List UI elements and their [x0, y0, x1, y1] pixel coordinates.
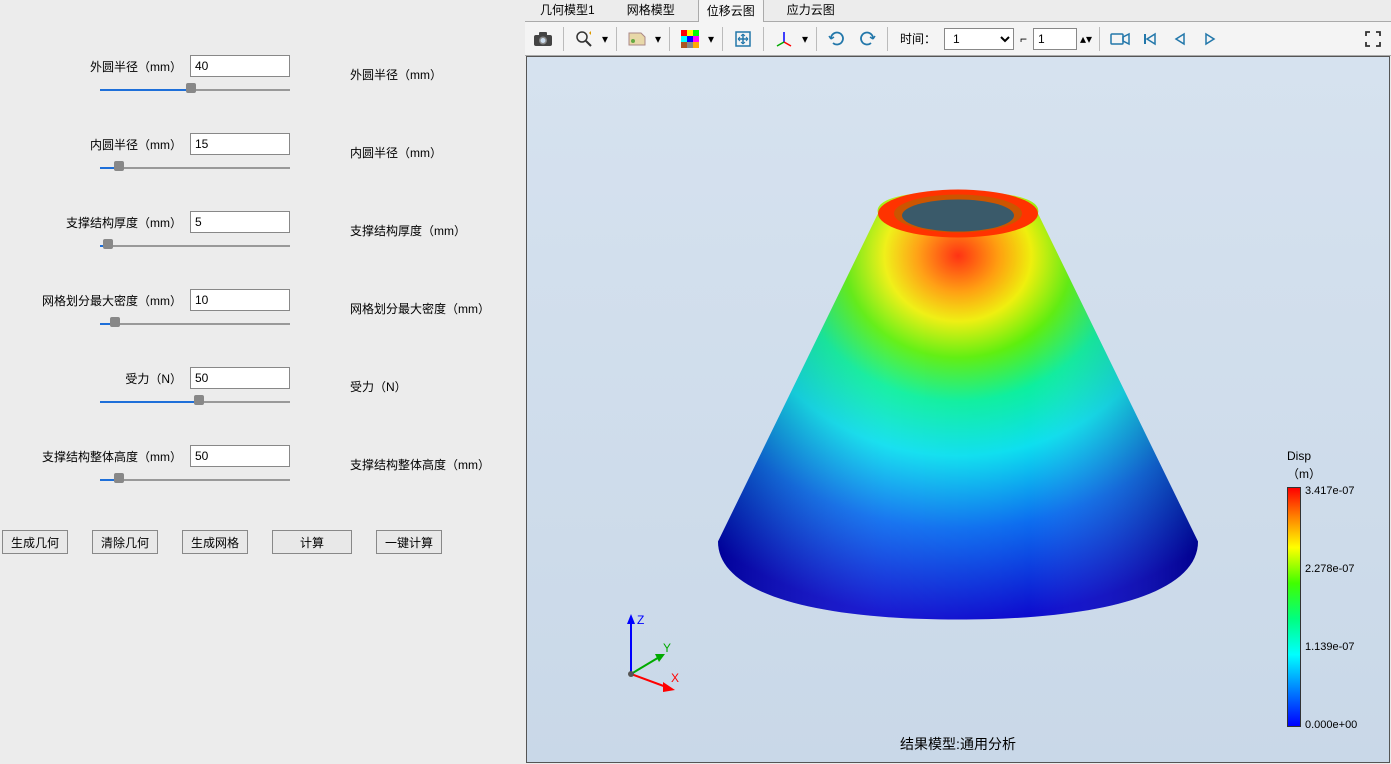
- legend-tick: 1.139e-07: [1305, 641, 1355, 653]
- param-row: 内圆半径（mm） 内圆半径（mm）: [0, 128, 525, 176]
- select-dropdown-icon[interactable]: ▾: [653, 32, 663, 46]
- legend-tick: 2.278e-07: [1305, 563, 1355, 575]
- param-row: 受力（N） 受力（N）: [0, 362, 525, 410]
- param-slider[interactable]: [100, 165, 290, 171]
- axis-dropdown-icon[interactable]: ▾: [800, 32, 810, 46]
- param-input[interactable]: [190, 55, 290, 77]
- view-tabs: 几何模型1 网格模型位移云图应力云图: [525, 0, 1391, 22]
- param-input[interactable]: [190, 289, 290, 311]
- param-row: 外圆半径（mm） 外圆半径（mm）: [0, 50, 525, 98]
- param-slider[interactable]: [100, 243, 290, 249]
- generate-mesh-button[interactable]: 生成网格: [182, 530, 248, 554]
- frame-input[interactable]: [1033, 28, 1077, 50]
- colormap-dropdown-icon[interactable]: ▾: [706, 32, 716, 46]
- fullscreen-icon[interactable]: [1359, 25, 1387, 53]
- fit-view-icon[interactable]: [729, 25, 757, 53]
- displacement-cone-plot: [688, 151, 1228, 621]
- zoom-dropdown-icon[interactable]: ▾: [600, 32, 610, 46]
- right-visualization-panel: 几何模型1 网格模型位移云图应力云图 ▾ ▾ ▾ ▾ 时间： 1 ⌐ ▴▾: [525, 0, 1391, 764]
- time-label: 时间：: [894, 30, 942, 47]
- clear-geometry-button[interactable]: 清除几何: [92, 530, 158, 554]
- param-row: 支撑结构厚度（mm） 支撑结构厚度（mm）: [0, 206, 525, 254]
- param-slider[interactable]: [100, 399, 290, 405]
- param-right-label: 支撑结构厚度（mm）: [300, 222, 525, 239]
- view-tab[interactable]: 应力云图: [778, 0, 844, 21]
- param-row: 网格划分最大密度（mm） 网格划分最大密度（mm）: [0, 284, 525, 332]
- legend-title: Disp（m）: [1287, 447, 1377, 482]
- param-slider[interactable]: [100, 87, 290, 93]
- param-label: 外圆半径（mm）: [90, 58, 182, 75]
- axis-orientation-icon[interactable]: [770, 25, 798, 53]
- param-label: 网格划分最大密度（mm）: [42, 292, 182, 309]
- view-tab[interactable]: 几何模型1: [531, 0, 604, 21]
- param-slider[interactable]: [100, 477, 290, 483]
- param-label: 受力（N）: [125, 370, 182, 387]
- frame-separator-icon: ⌐: [1016, 32, 1031, 46]
- param-input[interactable]: [190, 133, 290, 155]
- param-right-label: 支撑结构整体高度（mm）: [300, 456, 525, 473]
- screenshot-icon[interactable]: [529, 25, 557, 53]
- time-select[interactable]: 1: [944, 28, 1014, 50]
- param-right-label: 受力（N）: [300, 378, 525, 395]
- one-click-compute-button[interactable]: 一键计算: [376, 530, 442, 554]
- param-right-label: 网格划分最大密度（mm）: [300, 300, 525, 317]
- param-right-label: 内圆半径（mm）: [300, 144, 525, 161]
- legend-tick: 0.000e+00: [1305, 719, 1357, 731]
- skip-start-icon[interactable]: [1136, 25, 1164, 53]
- param-row: 支撑结构整体高度（mm） 支撑结构整体高度（mm）: [0, 440, 525, 488]
- record-icon[interactable]: [1106, 25, 1134, 53]
- 3d-viewport[interactable]: Z Y X Disp（m） 3.417e-07 2.278e-07 1.139e…: [526, 56, 1390, 763]
- legend-tick: 3.417e-07: [1305, 485, 1355, 497]
- svg-text:Z: Z: [637, 613, 644, 627]
- step-back-icon[interactable]: [1166, 25, 1194, 53]
- compute-button[interactable]: 计算: [272, 530, 352, 554]
- param-label: 支撑结构厚度（mm）: [66, 214, 182, 231]
- action-button-row: 生成几何 清除几何 生成网格 计算 一键计算: [0, 518, 525, 554]
- param-input[interactable]: [190, 367, 290, 389]
- view-tab[interactable]: 位移云图: [698, 0, 764, 22]
- param-right-label: 外圆半径（mm）: [300, 66, 525, 83]
- select-box-icon[interactable]: [623, 25, 651, 53]
- frame-stepper-icon[interactable]: ▴▾: [1079, 32, 1093, 46]
- viewport-toolbar: ▾ ▾ ▾ ▾ 时间： 1 ⌐ ▴▾: [525, 22, 1391, 56]
- param-slider[interactable]: [100, 321, 290, 327]
- colormap-icon[interactable]: [676, 25, 704, 53]
- svg-text:Y: Y: [663, 641, 671, 655]
- play-icon[interactable]: [1196, 25, 1224, 53]
- view-tab[interactable]: 网格模型: [618, 0, 684, 21]
- legend-colorbar: [1287, 487, 1301, 727]
- rotate-cw-icon[interactable]: [853, 25, 881, 53]
- rotate-ccw-icon[interactable]: [823, 25, 851, 53]
- color-legend: Disp（m） 3.417e-07 2.278e-07 1.139e-07 0.…: [1287, 447, 1377, 488]
- param-label: 内圆半径（mm）: [90, 136, 182, 153]
- axis-triad-icon: Z Y X: [613, 612, 683, 692]
- left-parameter-panel: 外圆半径（mm） 外圆半径（mm） 内圆半径（mm） 内圆半径（mm） 支撑结构厚度（m…: [0, 0, 525, 764]
- result-model-title: 结果模型:通用分析: [900, 734, 1016, 754]
- svg-text:X: X: [671, 671, 679, 685]
- param-label: 支撑结构整体高度（mm）: [42, 448, 182, 465]
- param-input[interactable]: [190, 445, 290, 467]
- generate-geometry-button[interactable]: 生成几何: [2, 530, 68, 554]
- zoom-icon[interactable]: [570, 25, 598, 53]
- param-input[interactable]: [190, 211, 290, 233]
